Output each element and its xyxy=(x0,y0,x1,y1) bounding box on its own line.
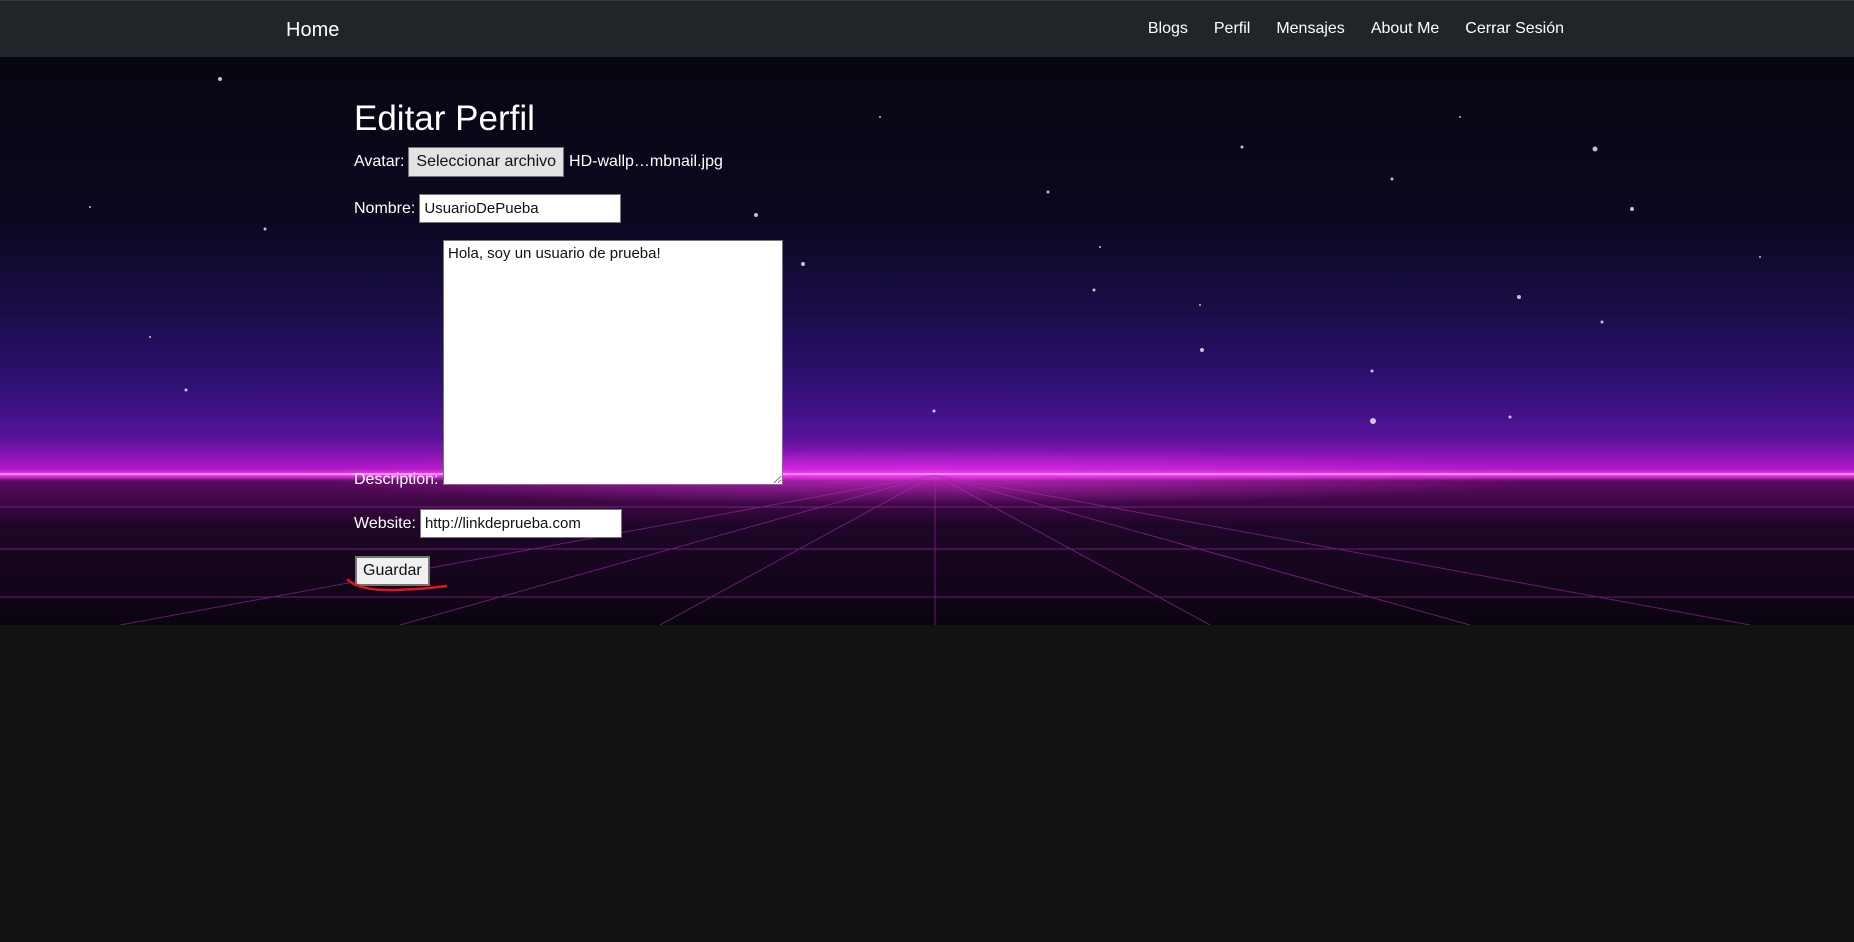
website-label: Website: xyxy=(354,514,416,532)
nav-home-link[interactable]: Home xyxy=(286,18,339,42)
stars xyxy=(89,77,1761,424)
background-image xyxy=(0,57,1854,625)
perspective-grid xyxy=(0,474,1854,625)
save-button[interactable]: Guardar xyxy=(355,556,430,586)
top-navbar: Home Blogs Perfil Mensajes About Me Cerr… xyxy=(0,0,1854,57)
description-label: Description: xyxy=(354,471,439,488)
nav-mensajes-link[interactable]: Mensajes xyxy=(1276,19,1344,39)
description-textarea[interactable]: Hola, soy un usuario de prueba! xyxy=(443,240,783,485)
nav-logout-link[interactable]: Cerrar Sesión xyxy=(1465,19,1564,39)
name-row: Nombre: xyxy=(354,194,622,223)
avatar-label: Avatar: xyxy=(354,153,405,170)
avatar-row: Avatar: Seleccionar archivo HD-wallp…mbn… xyxy=(354,147,723,177)
choose-file-button[interactable]: Seleccionar archivo xyxy=(408,147,565,177)
nav-about-link[interactable]: About Me xyxy=(1371,19,1439,39)
nav-links: Blogs Perfil Mensajes About Me Cerrar Se… xyxy=(1148,19,1564,39)
nav-blogs-link[interactable]: Blogs xyxy=(1148,19,1188,39)
selected-file-name: HD-wallp…mbnail.jpg xyxy=(569,153,723,170)
nav-perfil-link[interactable]: Perfil xyxy=(1214,19,1250,39)
website-input[interactable] xyxy=(419,509,622,538)
page-title: Editar Perfil xyxy=(354,99,535,138)
name-input[interactable] xyxy=(419,194,622,223)
synthwave-scene xyxy=(0,77,1854,625)
website-row: Website: xyxy=(354,509,622,538)
name-label: Nombre: xyxy=(354,199,416,217)
